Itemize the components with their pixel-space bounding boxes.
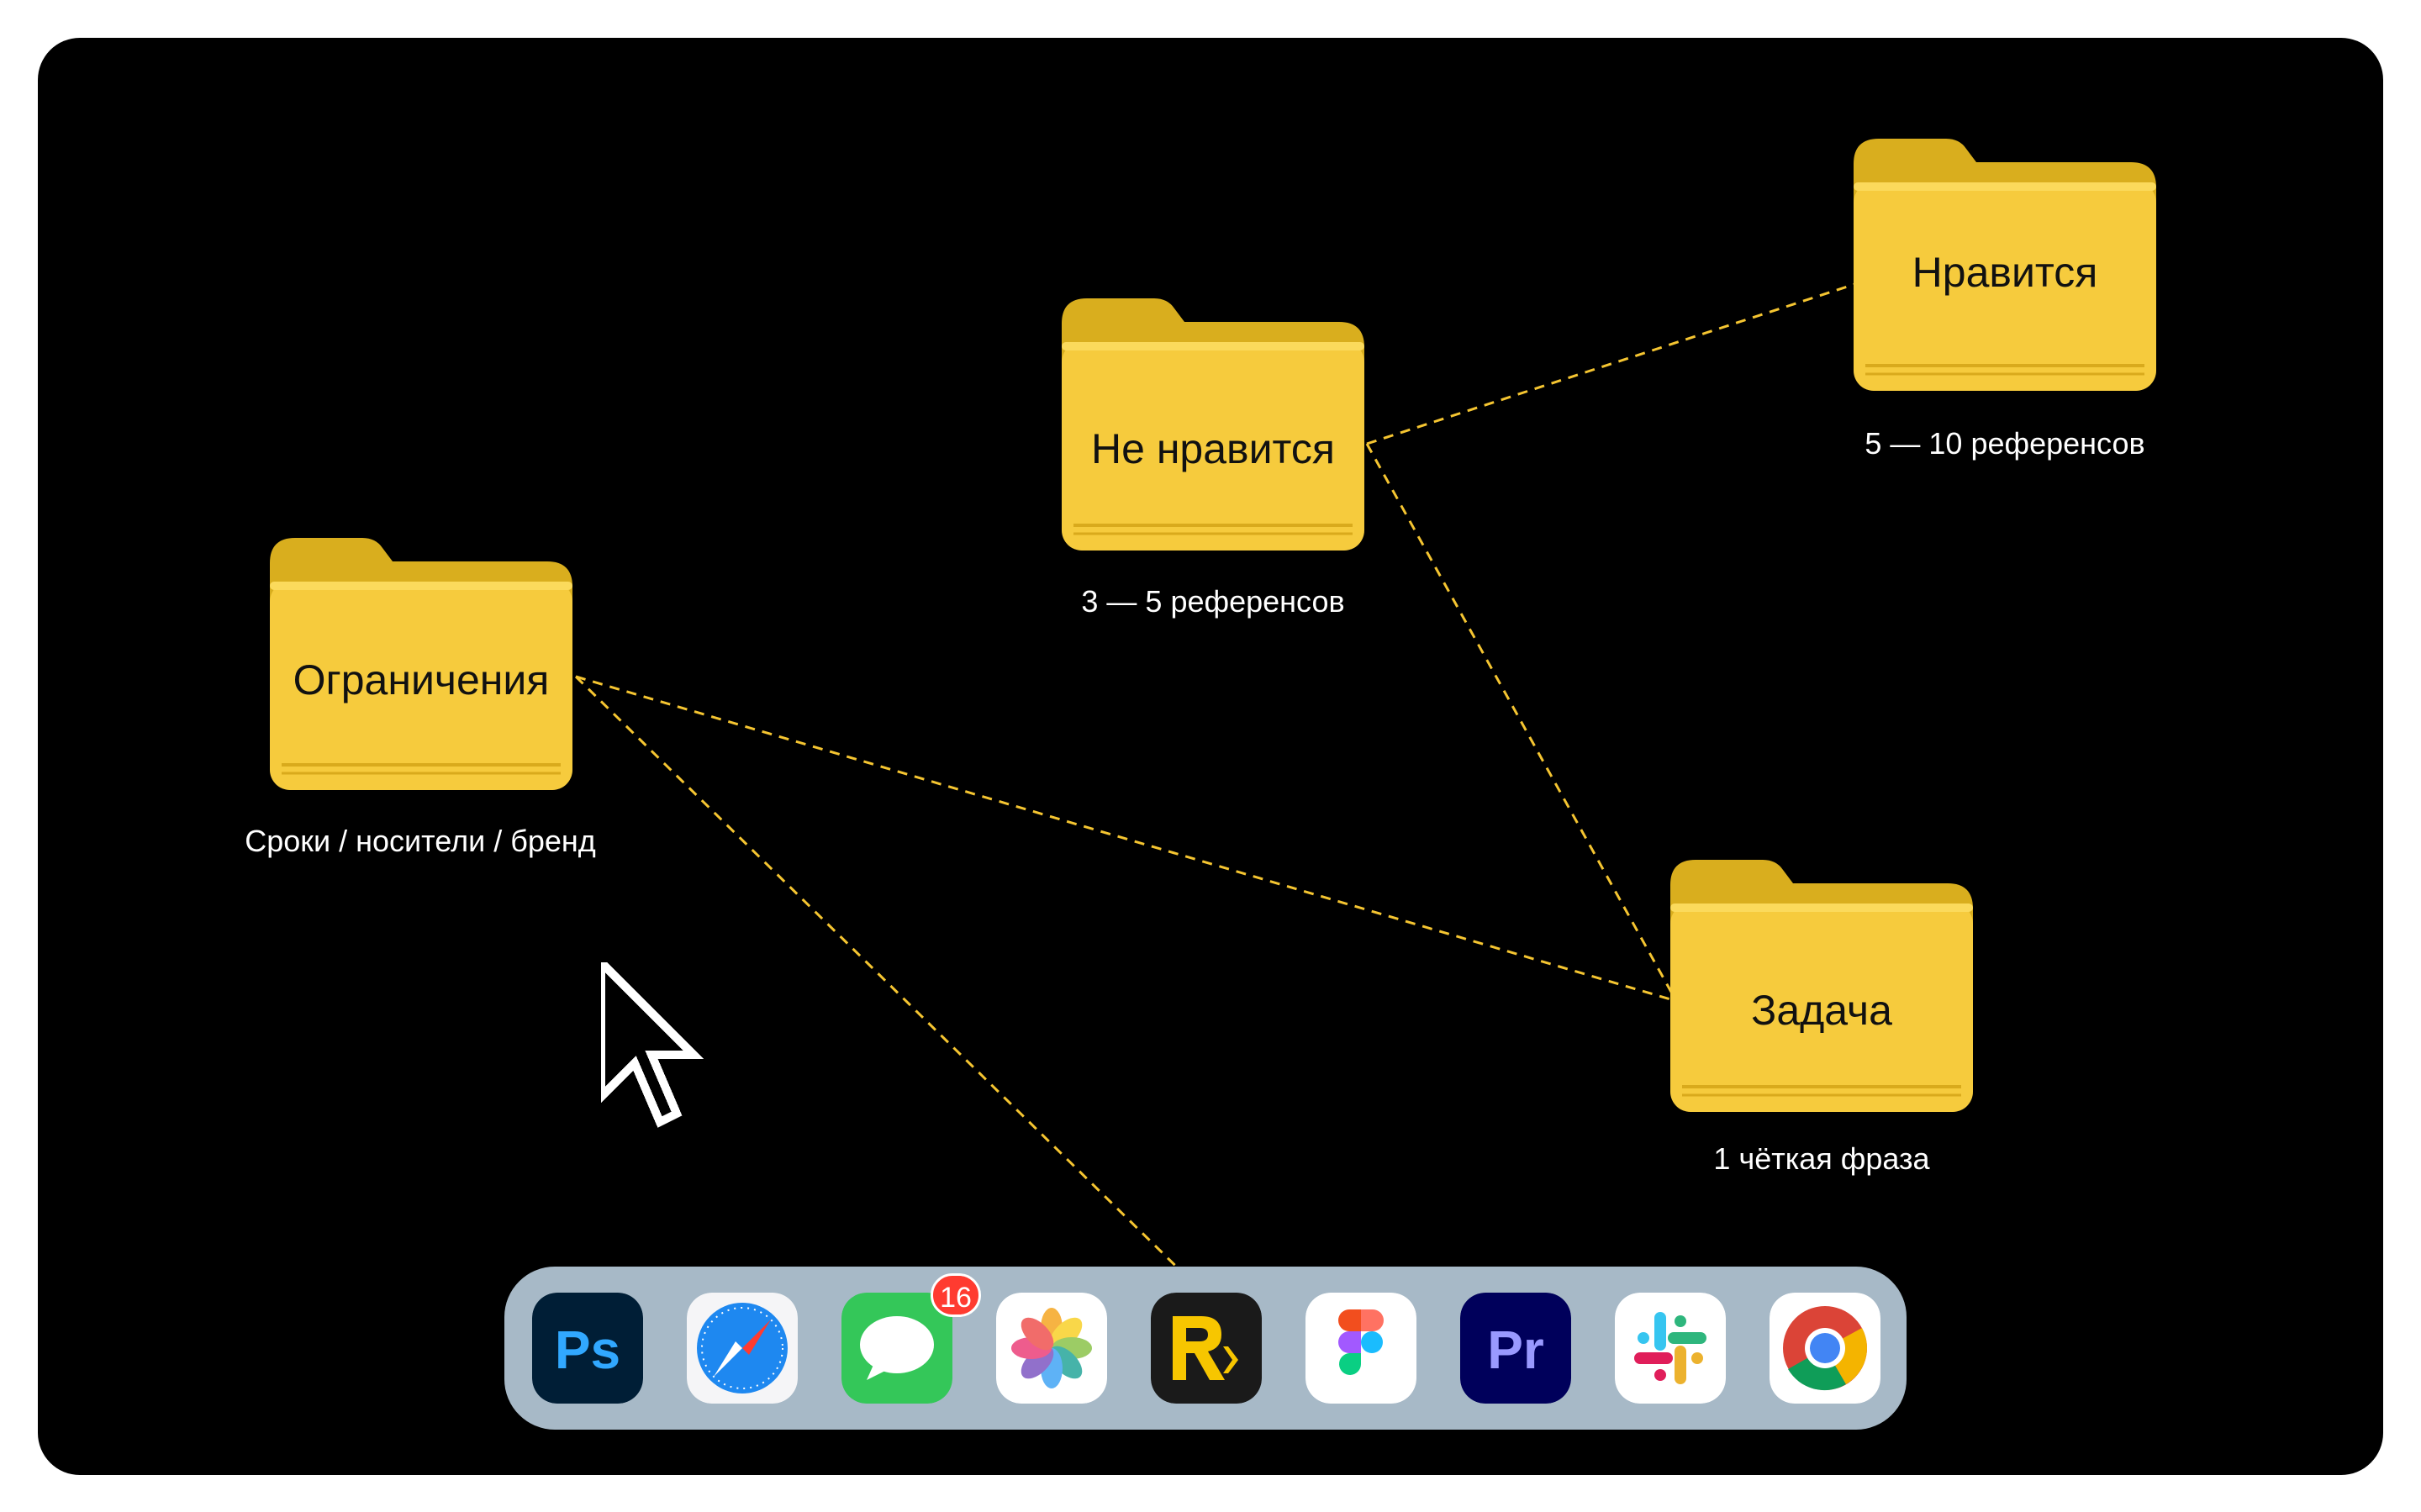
dock-app-photos[interactable] — [996, 1293, 1107, 1404]
chrome-icon — [1770, 1293, 1880, 1404]
dock-app-chrome[interactable] — [1770, 1293, 1880, 1404]
messages-notification-badge: 16 — [931, 1273, 981, 1317]
dock-app-premiere-pro[interactable]: Pr — [1460, 1293, 1571, 1404]
folder-caption-dislikes: 3 — 5 референсов — [1081, 584, 1345, 619]
photoshop-icon: Ps — [532, 1293, 643, 1404]
folder-label-limits: Ограничения — [293, 656, 550, 703]
premiere-pro-icon: Pr — [1460, 1293, 1571, 1404]
rakuten-r-icon — [1151, 1293, 1262, 1404]
photos-icon — [996, 1293, 1107, 1404]
folder-caption-likes: 5 — 10 референсов — [1865, 426, 2145, 461]
link-dislikes-task — [1365, 443, 1678, 1002]
dock-app-rakuten[interactable] — [1151, 1293, 1262, 1404]
photoshop-label: Ps — [555, 1320, 620, 1380]
safari-icon — [687, 1293, 798, 1404]
slack-icon — [1615, 1293, 1726, 1404]
dock-app-figma[interactable] — [1305, 1293, 1416, 1404]
folder-label-task: Задача — [1751, 987, 1892, 1034]
dock: Ps 16 Pr — [504, 1267, 1907, 1430]
arrow-cursor-icon — [597, 951, 710, 1135]
folder-caption-limits: Сроки / носители / бренд — [245, 824, 596, 858]
desktop: Нравится 5 — 10 референсов Не нравится 3… — [38, 38, 2383, 1475]
figma-icon — [1305, 1293, 1416, 1404]
folder-task[interactable]: Задача — [1670, 860, 1973, 1112]
folder-caption-task: 1 чёткая фраза — [1713, 1141, 1930, 1176]
folder-limits[interactable]: Ограничения — [270, 538, 572, 790]
folder-likes[interactable]: Нравится — [1854, 139, 2156, 391]
dock-app-photoshop[interactable]: Ps — [532, 1293, 643, 1404]
dock-app-slack[interactable] — [1615, 1293, 1726, 1404]
link-dislikes-likes — [1366, 279, 1866, 445]
folder-label-likes: Нравится — [1912, 249, 2098, 296]
folder-label-dislikes: Не нравится — [1091, 425, 1335, 472]
dock-app-safari[interactable] — [687, 1293, 798, 1404]
folder-dislikes[interactable]: Не нравится — [1062, 298, 1364, 551]
premiere-label: Pr — [1487, 1320, 1544, 1380]
